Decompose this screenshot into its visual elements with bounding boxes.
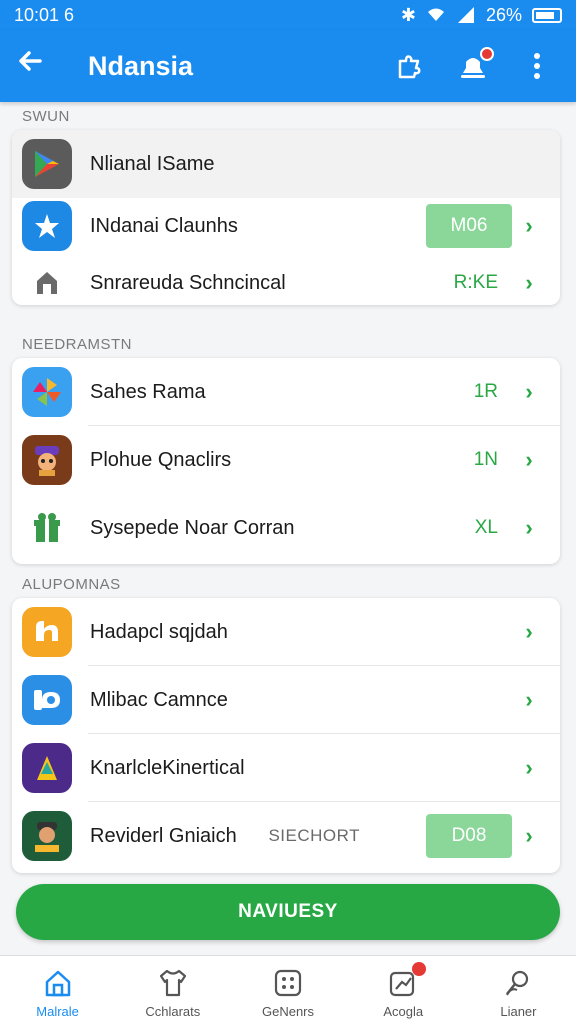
- home-icon: [41, 966, 75, 1000]
- list-item[interactable]: KnarlcleKinertical ›: [12, 734, 560, 802]
- list-item-value: 1R: [473, 381, 498, 402]
- nav-item-grid[interactable]: GeNenrs: [230, 956, 345, 1024]
- nav-item-search[interactable]: Lianer: [461, 956, 576, 1024]
- list-item-label: Plohue Qnaclirs: [90, 448, 232, 471]
- pinwheel-app-icon: [22, 367, 72, 417]
- notification-badge: [412, 962, 427, 976]
- orange-app-icon: [22, 607, 72, 657]
- nav-label: Lianer: [500, 1004, 537, 1019]
- list-item-label: Sahes Rama: [90, 380, 206, 403]
- list-item[interactable]: Mlibac Camnce ›: [12, 666, 560, 734]
- home-icon: [22, 258, 72, 305]
- list-item[interactable]: Snrareuda Schncincal R:KE ›: [12, 258, 560, 305]
- section-label: ALUPOMNAS: [22, 576, 121, 593]
- list-item[interactable]: Sahes Rama 1R ›: [12, 358, 560, 426]
- nav-label: Malrale: [36, 1004, 79, 1019]
- character-game-icon: [22, 811, 72, 861]
- notifications-button[interactable]: [450, 43, 496, 89]
- battery-percent: 26%: [485, 4, 522, 25]
- chevron-right-icon: ›: [525, 379, 533, 404]
- nav-label: Acogla: [383, 1004, 424, 1019]
- bluetooth-icon: ✱: [400, 4, 416, 25]
- chevron-right-icon: ›: [525, 823, 533, 848]
- primary-action-button[interactable]: NAVIUESY: [16, 884, 560, 940]
- nav-item-chart[interactable]: Acogla: [346, 956, 461, 1024]
- page-title: Ndansia: [88, 50, 194, 81]
- list-item-value: 1N: [473, 449, 498, 470]
- status-pill[interactable]: D08: [426, 814, 512, 858]
- chevron-right-icon: ›: [525, 447, 533, 472]
- blue-app-icon: [22, 675, 72, 725]
- pirate-game-icon: [22, 435, 72, 485]
- notification-badge: [480, 47, 494, 61]
- section-label: SWUN: [22, 108, 70, 125]
- signal-icon: [457, 7, 474, 23]
- chevron-right-icon: ›: [525, 619, 533, 644]
- nav-label: GeNenrs: [261, 1004, 315, 1019]
- arrow-left-icon: [19, 51, 42, 71]
- play-store-icon: [22, 139, 72, 189]
- section-card: Sahes Rama 1R › Plohue Qnaclirs 1N › Sys…: [12, 358, 560, 564]
- list-item-tag: SIECHORT: [268, 826, 360, 845]
- list-item-label: Mlibac Camnce: [90, 688, 228, 711]
- list-item-label: Hadapcl sqjdah: [90, 620, 228, 643]
- list-item[interactable]: Hadapcl sqjdah ›: [12, 598, 560, 666]
- list-item-label: Sysepede Noar Corran: [90, 516, 295, 539]
- section-label: NEEDRAMSTN: [22, 336, 133, 353]
- chevron-right-icon: ›: [525, 515, 533, 540]
- nav-label: Cchlarats: [145, 1004, 201, 1019]
- bottom-nav: Malrale Cchlarats GeNenrs Acogla Lianer: [0, 955, 576, 1024]
- list-item[interactable]: INdanai Claunhs M06 ›: [12, 192, 560, 260]
- list-item-label: KnarlcleKinertical: [90, 756, 245, 779]
- list-item[interactable]: Nlianal ISame: [12, 130, 560, 198]
- list-item[interactable]: Reviderl Gniaich SIECHORT D08 ›: [12, 802, 560, 870]
- puzzle-icon: [398, 55, 421, 79]
- chevron-right-icon: ›: [525, 270, 533, 295]
- nav-item-home[interactable]: Malrale: [0, 956, 115, 1024]
- list-item[interactable]: Plohue Qnaclirs 1N ›: [12, 426, 560, 494]
- wifi-icon: [427, 8, 444, 21]
- status-time: 10:01 6: [14, 4, 75, 25]
- chevron-right-icon: ›: [525, 213, 533, 238]
- back-button[interactable]: [16, 30, 60, 102]
- app-bar: Ndansia: [0, 30, 576, 102]
- search-person-icon: [501, 966, 535, 1000]
- chart-icon: [386, 962, 427, 1000]
- list-item-label: INdanai Claunhs: [90, 214, 238, 237]
- chevron-right-icon: ›: [525, 687, 533, 712]
- status-pill[interactable]: M06: [426, 204, 512, 248]
- nav-item-shirt[interactable]: Cchlarats: [115, 956, 230, 1024]
- puzzle-button[interactable]: [386, 43, 432, 89]
- section-card: Hadapcl sqjdah › Mlibac Camnce › Knarlcl…: [12, 598, 560, 873]
- chevron-right-icon: ›: [525, 755, 533, 780]
- list-item-label: Reviderl Gniaich: [90, 824, 237, 847]
- shirt-icon: [156, 966, 190, 1000]
- list-item-value: XL: [474, 517, 498, 538]
- list-item-label: Nlianal ISame: [90, 152, 215, 175]
- status-icons: ✱ 26%: [401, 5, 562, 26]
- status-bar: 10:01 6 ✱ 26%: [0, 0, 576, 30]
- section-card: Nlianal ISame INdanai Claunhs M06 › Snra…: [12, 130, 560, 305]
- list-item-label: Snrareuda Schncincal: [90, 271, 286, 294]
- grid-icon: [271, 966, 305, 1000]
- more-vertical-icon: [534, 53, 540, 79]
- list-item[interactable]: Sysepede Noar Corran XL ›: [12, 494, 560, 562]
- more-button[interactable]: [514, 43, 560, 89]
- star-app-icon: [22, 201, 72, 251]
- battery-icon: [532, 7, 562, 23]
- purple-game-icon: [22, 743, 72, 793]
- list-item-value: R:KE: [453, 272, 498, 293]
- gift-icon: [22, 503, 72, 553]
